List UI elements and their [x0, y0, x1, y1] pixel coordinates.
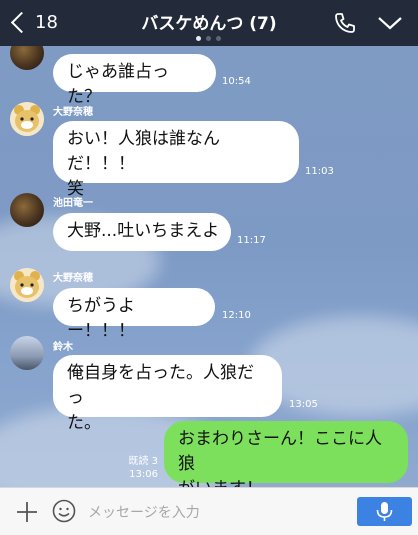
read-count: 既読 3	[128, 456, 158, 467]
sender-name: 大野奈穂	[53, 273, 93, 284]
bear-face-icon	[10, 102, 44, 136]
avatar[interactable]	[10, 102, 44, 136]
message-time: 13:06	[129, 469, 158, 480]
message-text-line: がいます！	[178, 477, 394, 487]
page-dot	[216, 36, 221, 41]
message-time: 11:03	[305, 166, 334, 177]
bear-face-icon	[10, 268, 44, 302]
avatar[interactable]	[10, 193, 44, 227]
phone-icon[interactable]	[333, 11, 357, 35]
message-bubble-outgoing[interactable]: おまわりさーん！ここに人狼 がいます！	[164, 421, 408, 487]
message-text-line: 笑	[67, 179, 84, 199]
sender-name: 鈴木	[53, 342, 73, 353]
avatar[interactable]	[10, 268, 44, 302]
message-time: 11:17	[237, 235, 266, 246]
message-bubble[interactable]: 大野...吐いちまえよ	[53, 213, 231, 251]
mic-icon	[376, 502, 393, 521]
message-text-line: 俺自身を占った。人狼だっ	[67, 363, 254, 408]
avatar[interactable]	[10, 46, 44, 70]
message-list[interactable]: じゃあ誰占った？ 10:54 大野奈穂 おい！人狼は誰なんだ！！！ 笑 11:0…	[0, 46, 418, 487]
message-bubble[interactable]: おい！人狼は誰なんだ！！！ 笑	[53, 121, 299, 199]
page-dot	[206, 36, 211, 41]
sender-name: 大野奈穂	[53, 107, 93, 118]
message-time: 10:54	[222, 76, 251, 87]
message-composer: メッセージを入力	[0, 487, 418, 535]
message-time: 13:05	[289, 399, 318, 410]
message-bubble[interactable]: じゃあ誰占った？	[53, 54, 216, 107]
plus-icon[interactable]	[16, 501, 38, 523]
avatar[interactable]	[10, 336, 44, 370]
page-indicator	[196, 36, 221, 41]
emoji-icon[interactable]	[52, 499, 76, 523]
message-input[interactable]: メッセージを入力	[88, 502, 200, 522]
dropdown-chevron-icon[interactable]	[377, 14, 403, 32]
message-text-line: おい！人狼は誰なんだ！！！	[67, 129, 220, 174]
message-time: 12:10	[222, 310, 251, 321]
read-receipt: 既読 3 13:06	[122, 455, 158, 481]
sender-name: 池田竜一	[53, 198, 93, 209]
message-bubble[interactable]: 俺自身を占った。人狼だっ た。	[53, 355, 282, 433]
message-bubble[interactable]: ちがうよー！！！	[53, 288, 215, 341]
page-dot	[196, 36, 201, 41]
message-text-line: おまわりさーん！ここに人狼	[178, 429, 382, 474]
chat-header: 18 バスケめんつ (7)	[0, 0, 418, 46]
voice-button[interactable]	[357, 497, 412, 526]
